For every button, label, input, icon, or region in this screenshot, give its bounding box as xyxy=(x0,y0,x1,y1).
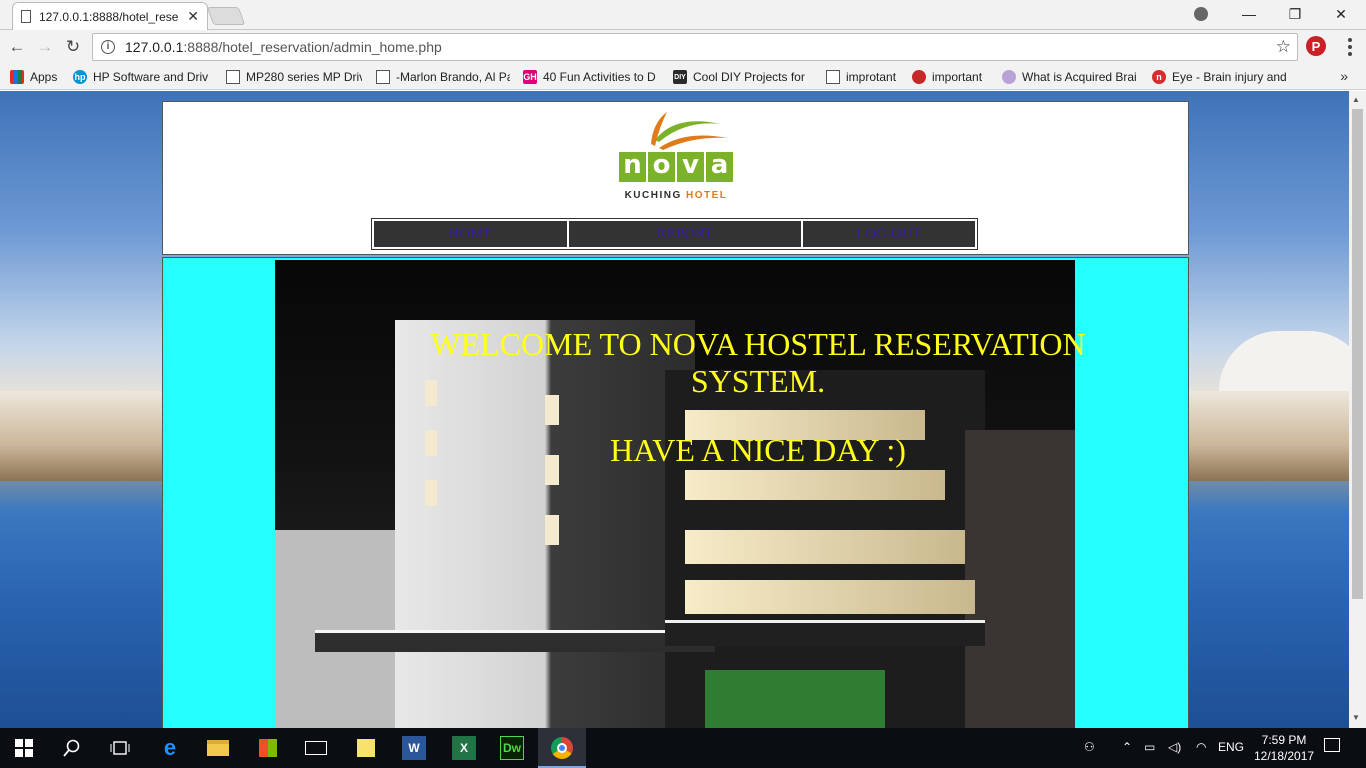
scroll-down-icon[interactable]: ▼ xyxy=(1352,713,1360,722)
welcome-message: WELCOME TO NOVA HOSTEL RESERVATION SYSTE… xyxy=(430,326,1086,399)
bookmark-diy[interactable]: DIY Cool DIY Projects for xyxy=(673,68,809,86)
bookmark-hp[interactable]: hp HP Software and Driv xyxy=(73,68,213,86)
url-host: 127.0.0.1 xyxy=(125,39,184,55)
people-icon[interactable]: ⚇ xyxy=(1084,740,1095,754)
nav-report-link[interactable]: REPORT xyxy=(569,221,801,247)
page-scrollbar[interactable]: ▲ ▼ xyxy=(1349,91,1366,728)
pinterest-extension-icon[interactable]: P xyxy=(1306,36,1326,56)
close-window-icon[interactable]: ✕ xyxy=(1318,0,1364,28)
bookmark-star-icon[interactable]: ☆ xyxy=(1276,37,1291,57)
action-center-icon[interactable] xyxy=(1324,738,1340,755)
chrome-menu-icon[interactable] xyxy=(1340,36,1360,58)
diy-logo-icon: DIY xyxy=(673,70,687,84)
url-path: :8888/hotel_reservation/admin_home.php xyxy=(183,39,442,55)
info-icon[interactable]: i xyxy=(101,40,115,54)
bookmark-fun-activities[interactable]: GH 40 Fun Activities to D xyxy=(523,68,661,86)
page-icon xyxy=(21,10,31,23)
word-icon[interactable]: W xyxy=(402,736,426,760)
apps-grid-icon xyxy=(10,70,24,84)
dreamweaver-icon[interactable]: Dw xyxy=(500,736,524,760)
main-content: WELCOME TO NOVA HOSTEL RESERVATION SYSTE… xyxy=(162,257,1189,728)
apple-icon xyxy=(912,70,926,84)
bookmark-acquired-brain[interactable]: What is Acquired Brai xyxy=(1002,68,1138,86)
task-view-icon[interactable] xyxy=(108,736,132,760)
leaf-logo-icon xyxy=(651,112,727,150)
restore-icon[interactable]: ❐ xyxy=(1272,0,1318,28)
file-explorer-icon[interactable] xyxy=(206,736,230,760)
more-bookmarks-icon[interactable]: » xyxy=(1340,68,1348,84)
page-viewport: n o v a KUCHING HOTEL HOME REPORT LOG OU… xyxy=(0,91,1349,728)
browser-tab[interactable]: 127.0.0.1:8888/hotel_rese ✕ xyxy=(12,2,208,30)
background-image-left xyxy=(0,391,162,481)
sticky-notes-icon[interactable] xyxy=(354,736,378,760)
nav-home-link[interactable]: HOME xyxy=(374,221,568,247)
scrollbar-thumb[interactable] xyxy=(1352,109,1363,599)
brain-icon xyxy=(1002,70,1016,84)
page-icon xyxy=(826,70,840,84)
minimize-icon[interactable]: — xyxy=(1226,0,1272,28)
store-icon[interactable] xyxy=(256,736,280,760)
n-logo-icon: n xyxy=(1152,70,1166,84)
bookmark-important[interactable]: important xyxy=(912,68,992,86)
bookmarks-bar: Apps hp HP Software and Driv MP280 serie… xyxy=(0,64,1366,90)
forward-icon[interactable]: → xyxy=(34,36,56,58)
hp-logo-icon: hp xyxy=(73,70,87,84)
reload-icon[interactable]: ↻ xyxy=(62,36,84,58)
clock-time: 7:59 PM xyxy=(1261,733,1307,747)
gh-logo-icon: GH xyxy=(523,70,537,84)
wifi-icon[interactable]: ◠ xyxy=(1196,740,1206,754)
greeting-message: HAVE A NICE DAY :) xyxy=(610,432,906,468)
back-icon[interactable]: ← xyxy=(6,36,28,58)
page-icon xyxy=(226,70,240,84)
bookmark-mp280[interactable]: MP280 series MP Driv xyxy=(226,68,362,86)
excel-icon[interactable]: X xyxy=(452,736,476,760)
mail-icon[interactable] xyxy=(304,736,328,760)
clock[interactable]: 7:59 PM 12/18/2017 xyxy=(1254,732,1314,764)
tab-strip: 127.0.0.1:8888/hotel_rese ✕ — ❐ ✕ xyxy=(0,0,1366,30)
show-hidden-icons-icon[interactable]: ⌃ xyxy=(1122,740,1132,754)
bookmark-marlon[interactable]: -Marlon Brando, Al Pa xyxy=(376,68,510,86)
chrome-icon[interactable] xyxy=(550,736,574,760)
bookmark-improtant[interactable]: improtant xyxy=(826,68,902,86)
site-header: n o v a KUCHING HOTEL HOME REPORT LOG OU… xyxy=(162,101,1189,255)
address-bar[interactable]: i 127.0.0.1:8888/hotel_reservation/admin… xyxy=(92,33,1298,61)
browser-toolbar: ← → ↻ i 127.0.0.1:8888/hotel_reservation… xyxy=(0,30,1366,64)
nova-logo[interactable]: n o v a KUCHING HOTEL xyxy=(615,110,737,204)
edge-browser-icon[interactable]: e xyxy=(158,735,182,760)
main-nav: HOME REPORT LOG OUT xyxy=(371,218,978,250)
nav-logout-link[interactable]: LOG OUT xyxy=(802,221,975,247)
clock-date: 12/18/2017 xyxy=(1254,749,1315,763)
windows-start-icon[interactable] xyxy=(12,736,36,760)
bookmark-eye-brain[interactable]: n Eye - Brain injury and xyxy=(1152,68,1288,86)
tab-title: 127.0.0.1:8888/hotel_rese xyxy=(39,9,179,24)
taskbar: e W X Dw ⚇ ⌃ ▭ ◁) ◠ ENG 7:59 PM 12/18/20… xyxy=(0,728,1366,768)
background-image-right xyxy=(1188,331,1349,481)
search-icon[interactable] xyxy=(60,736,84,760)
bookmark-apps[interactable]: Apps xyxy=(10,68,66,86)
logo-wordmark: n o v a xyxy=(615,152,737,182)
logo-subtitle: KUCHING HOTEL xyxy=(624,190,728,201)
volume-icon[interactable]: ◁) xyxy=(1168,740,1181,754)
new-tab-button[interactable] xyxy=(206,7,246,25)
scroll-up-icon[interactable]: ▲ xyxy=(1352,95,1360,104)
page-icon xyxy=(376,70,390,84)
battery-icon[interactable]: ▭ xyxy=(1144,740,1155,754)
close-tab-icon[interactable]: ✕ xyxy=(187,8,199,25)
language-indicator[interactable]: ENG xyxy=(1218,740,1244,754)
profile-icon[interactable] xyxy=(1178,0,1224,28)
